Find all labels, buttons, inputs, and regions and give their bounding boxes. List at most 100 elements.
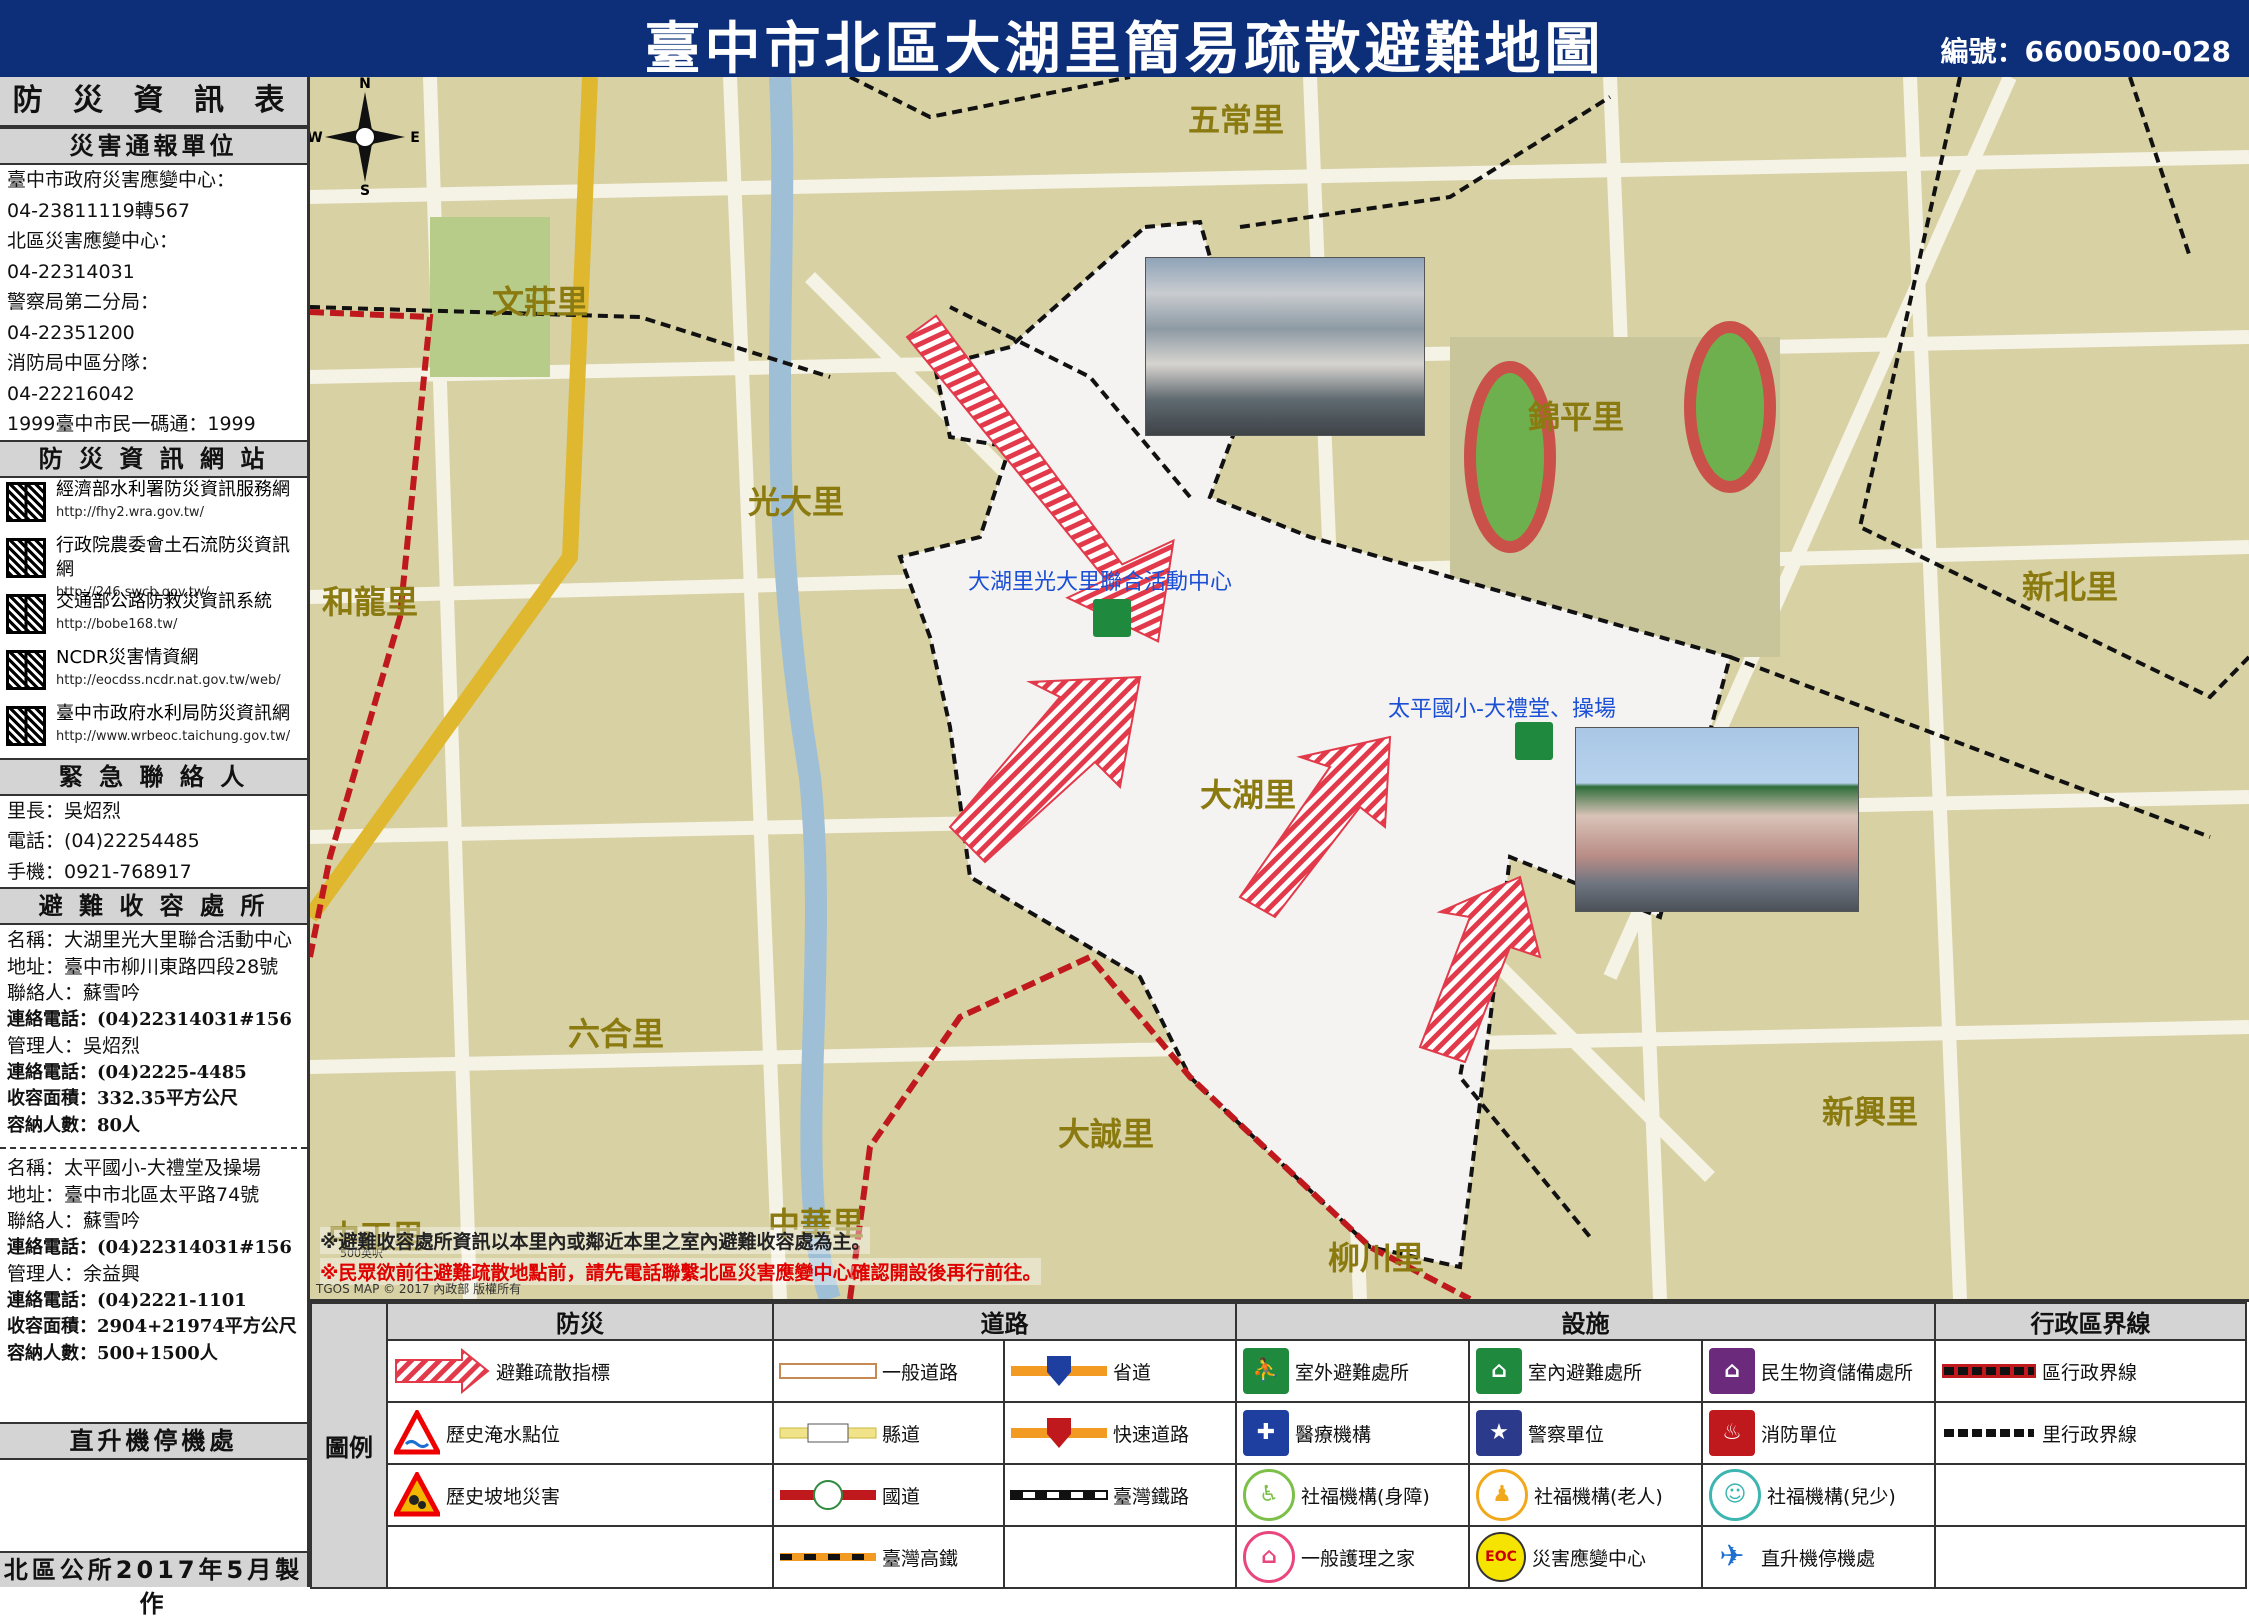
qr-code-icon: [6, 705, 46, 746]
contact-line: 電話：(04)22254485: [7, 830, 200, 852]
outdoor-shelter-icon: ⛹: [1243, 1348, 1289, 1394]
shelter-line: 連絡電話：(04)2225-4485: [7, 1061, 247, 1083]
indoor-shelter-icon: ⌂: [1476, 1348, 1522, 1394]
shelter-title: 避 難 收 容 處 所: [0, 887, 307, 925]
village-label: 五常里: [1188, 101, 1285, 139]
legend-header: 道路: [772, 1302, 1237, 1341]
website-url[interactable]: http://bobe168.tw/: [56, 614, 272, 636]
shelter1-info: 名稱：大湖里光大里聯合活動中心 地址：臺中市柳川東路四段28號 聯絡人：蘇雪吟 …: [0, 925, 307, 1139]
website-name: NCDR災害情資網: [56, 646, 199, 668]
website-item[interactable]: 交通部公路防救災資訊系統 http://bobe168.tw/: [0, 590, 307, 646]
village-label: 六合里: [568, 1015, 665, 1053]
shelter-line: 聯絡人：蘇雪吟: [7, 982, 141, 1004]
website-item[interactable]: 臺中市政府水利局防災資訊網 http://www.wrbeoc.taichung.…: [0, 702, 307, 758]
legend-table: 圖例 防災 道路 設施 行政區界線 避難疏散指標 一般道路 省道 ⛹ 室外避難處所…: [310, 1302, 2247, 1589]
village-label: 和龍里: [322, 583, 419, 621]
info-table-title: 防 災 資 訊 表: [0, 77, 307, 127]
legend-header: 設施: [1235, 1302, 1936, 1341]
legend-header: 行政區界線: [1934, 1302, 2247, 1341]
shelter2-info: 名稱：太平國小-大禮堂及操場 地址：臺中市北區太平路74號 聯絡人：蘇雪吟 連絡…: [0, 1155, 307, 1367]
fire-station-icon: ♨: [1709, 1410, 1755, 1456]
contact-line: 手機：0921-768917: [7, 860, 192, 883]
shelter-line: 地址：臺中市北區太平路74號: [7, 1183, 260, 1206]
qr-code-icon: [6, 649, 46, 690]
report-line: 臺中市政府災害應變中心：: [7, 169, 236, 191]
national-highway-icon: [778, 1472, 878, 1518]
report-line: 04-22216042: [7, 382, 135, 405]
report-line: 04-22314031: [7, 260, 135, 283]
contact-title: 緊 急 聯 絡 人: [0, 757, 307, 796]
website-name: 交通部公路防救災資訊系統: [56, 590, 272, 612]
legend-item: 國道: [882, 1485, 921, 1508]
school-photo: [1575, 727, 1859, 912]
legend-item: 民生物資儲備處所: [1761, 1361, 1914, 1384]
legend-item: 直升機停機處: [1761, 1547, 1876, 1570]
title-bar: 臺中市北區大湖里簡易疏散避難地圖 編號：6600500-028: [0, 0, 2249, 82]
map-code: 編號：6600500-028: [1940, 35, 2231, 68]
site-label-school: 太平國小-大禮堂、操場: [1388, 697, 1616, 722]
nursing-home-icon: ⌂: [1243, 1531, 1295, 1583]
legend-item: 社福機構(身障): [1301, 1485, 1430, 1508]
shelter-line: 連絡電話：(04)22314031#156: [7, 1236, 292, 1258]
legend-item: 縣道: [882, 1423, 921, 1446]
legend-item: 醫療機構: [1295, 1423, 1372, 1446]
shelter-line: 管理人：吳炤烈: [7, 1035, 141, 1057]
website-item[interactable]: NCDR災害情資網 http://eocdss.ncdr.nat.gov.tw/w…: [0, 646, 307, 702]
landslide-icon: [391, 1469, 443, 1518]
legend-item: 室內避難處所: [1528, 1361, 1643, 1384]
qr-code-icon: [6, 593, 46, 634]
map-legend: 圖例 防災 道路 設施 行政區界線 避難疏散指標 一般道路 省道 ⛹ 室外避難處所…: [310, 1299, 2249, 1589]
legend-item: 社福機構(老人): [1534, 1485, 1663, 1508]
helipad-icon: ✈: [1719, 1539, 1745, 1574]
website-url[interactable]: http://www.wrbeoc.taichung.gov.tw/: [56, 726, 290, 748]
disabled-welfare-icon: ♿: [1243, 1469, 1295, 1521]
report-line: 消防局中區分隊：: [7, 352, 160, 374]
website-item[interactable]: 行政院農委會土石流防災資訊網 http://246.swcb.gov.tw/: [0, 534, 307, 600]
legend-item: 避難疏散指標: [496, 1361, 611, 1384]
district-boundary-icon: [1940, 1348, 2038, 1394]
legend-item: 區行政界線: [2042, 1361, 2138, 1384]
report-unit-title: 災害通報單位: [0, 127, 307, 165]
website-url[interactable]: http://eocdss.ncdr.nat.gov.tw/web/: [56, 670, 281, 692]
legend-item: 一般護理之家: [1301, 1547, 1416, 1570]
police-icon: ★: [1476, 1410, 1522, 1456]
legend-label: 圖例: [310, 1302, 388, 1589]
map-title: 臺中市北區大湖里簡易疏散避難地圖: [644, 17, 1605, 82]
legend-item: 災害應變中心: [1532, 1547, 1647, 1570]
railway-icon: [1009, 1472, 1109, 1518]
legend-item: 歷史淹水點位: [446, 1423, 561, 1446]
website-item[interactable]: 經濟部水利署防災資訊服務網 http://fhy2.wra.gov.tw/: [0, 478, 307, 534]
shelter-line: 連絡電話：(04)2221-1101: [7, 1289, 247, 1311]
map-copyright: TGOS MAP © 2017 內政部 版權所有: [316, 1282, 522, 1296]
indoor-shelter-icon[interactable]: [1515, 722, 1553, 760]
shelter-line: 容納人數：80人: [7, 1114, 141, 1136]
report-line: 警察局第二分局：: [7, 291, 160, 313]
shelter-line: 容納人數：500+1500人: [7, 1342, 218, 1364]
contact-line: 里長：吳炤烈: [7, 799, 122, 822]
legend-item: 快速道路: [1113, 1423, 1190, 1446]
river: [769, 77, 841, 1299]
compass-e: E: [410, 130, 420, 146]
legend-item: 室外避難處所: [1295, 1361, 1410, 1384]
legend-item: 里行政界線: [2042, 1423, 2138, 1446]
expressway-icon: [1009, 1410, 1109, 1456]
evacuation-map[interactable]: 五常里 文莊里 光大里 和龍里 錦平里 新北里 大湖里 六合里 大誠里 新興里 …: [310, 77, 2249, 1299]
website-url[interactable]: http://fhy2.wra.gov.tw/: [56, 502, 290, 524]
compass-icon: N S W E: [310, 77, 420, 197]
website-name: 行政院農委會土石流防災資訊網: [56, 534, 290, 580]
compass-s: S: [360, 183, 370, 197]
qr-code-icon: [6, 537, 46, 578]
legend-item: 省道: [1113, 1361, 1152, 1384]
indoor-shelter-icon[interactable]: [1093, 599, 1131, 637]
village-boundary-icon: [1940, 1410, 2038, 1456]
divider: [0, 1147, 307, 1149]
shelter-line: 收容面積：332.35平方公尺: [7, 1088, 238, 1109]
shelter-line: 名稱：太平國小-大禮堂及操場: [7, 1157, 261, 1179]
legend-item: 臺灣鐵路: [1113, 1485, 1190, 1508]
child-welfare-icon: ☺: [1709, 1469, 1761, 1521]
village-label: 新興里: [1822, 1093, 1919, 1131]
footer-credit: 北區公所2017年5月製作: [0, 1551, 307, 1618]
shelter-line: 地址：臺中市柳川東路四段28號: [7, 955, 279, 978]
info-sidebar: 防 災 資 訊 表 災害通報單位 臺中市政府災害應變中心： 04-2381111…: [0, 77, 310, 1618]
websites-title: 防 災 資 訊 網 站: [0, 439, 307, 478]
